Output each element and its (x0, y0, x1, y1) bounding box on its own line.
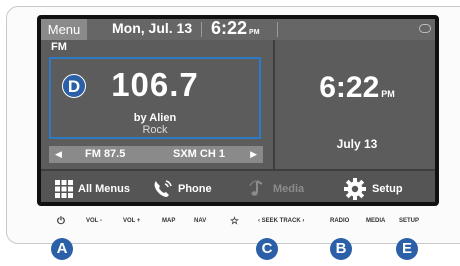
connection-icon (419, 24, 431, 33)
all-menus-label: All Menus (78, 182, 130, 195)
vol-up-button[interactable]: VOL + (123, 218, 140, 224)
clock-ampm: PM (381, 89, 395, 99)
preset-left[interactable]: FM 87.5 (85, 146, 125, 163)
callout-a: A (51, 238, 73, 260)
radio-source-label: FM (51, 41, 67, 53)
phone-icon (154, 179, 172, 197)
status-divider (277, 22, 278, 37)
callout-c: C (256, 238, 278, 260)
radio-info-panel[interactable]: 106.7 by Alien Rock (49, 57, 261, 139)
status-time: 6:22 PM (211, 18, 260, 39)
clock-time: 6:22 (319, 71, 380, 104)
status-date: Mon, Jul. 13 (112, 20, 193, 36)
bottom-menu-bar: All Menus Phone Media Setup (41, 169, 435, 202)
callout-e: E (396, 238, 418, 260)
phone-label: Phone (178, 182, 212, 195)
setup-label: Setup (372, 182, 403, 195)
next-arrow-icon[interactable]: ▶ (250, 146, 257, 163)
callout-b: B (330, 238, 352, 260)
radio-genre: Rock (142, 124, 168, 136)
phone-button[interactable]: Phone (151, 171, 212, 202)
map-button[interactable]: MAP (162, 218, 175, 224)
menu-button[interactable]: Menu (41, 19, 87, 40)
preset-bar: ◀ FM 87.5 SXM CH 1 ▶ (49, 146, 263, 163)
nav-button[interactable]: NAV (194, 218, 206, 224)
all-menus-button[interactable]: All Menus (55, 171, 130, 202)
radio-button[interactable]: RADIO (330, 218, 349, 224)
preset-right[interactable]: SXM CH 1 (173, 146, 225, 163)
infotainment-screen: Menu Mon, Jul. 13 6:22 PM FM 106.7 by Ali… (37, 15, 439, 206)
callout-d: D (62, 74, 86, 98)
prev-arrow-icon[interactable]: ◀ (55, 146, 62, 163)
seek-track-button[interactable]: ‹ SEEK TRACK › (258, 218, 304, 224)
setup-hw-button[interactable]: SETUP (399, 218, 419, 224)
power-button[interactable]: ⏻ (57, 216, 65, 227)
media-button[interactable]: Media (246, 171, 305, 202)
media-label: Media (273, 182, 305, 195)
status-bar: Menu Mon, Jul. 13 6:22 PM (41, 19, 435, 40)
status-divider (201, 22, 202, 37)
vol-down-button[interactable]: VOL - (86, 218, 102, 224)
radio-artist: by Alien (133, 112, 177, 124)
status-time-value: 6:22 (211, 18, 248, 38)
setup-button[interactable]: Setup (343, 171, 403, 202)
favorite-button[interactable]: ☆ (230, 216, 239, 227)
media-hw-button[interactable]: MEDIA (366, 218, 385, 224)
clock-widget[interactable]: 6:22 PM (275, 71, 435, 105)
clock-date: July 13 (336, 137, 378, 151)
status-ampm: PM (249, 29, 260, 36)
gear-icon (344, 177, 366, 200)
music-note-icon (249, 179, 263, 196)
grid-icon (55, 179, 73, 198)
